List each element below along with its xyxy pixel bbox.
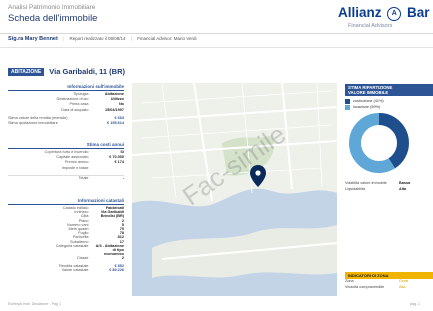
brand-subtitle: Financial Advisors [348, 23, 393, 29]
costs-panel-title: Stima costi annui [8, 142, 124, 149]
header-divider [0, 33, 433, 34]
cadastre-label: Categoria catastale [55, 243, 89, 248]
info-value: 15/04/1997 [104, 107, 124, 112]
info-panel-title: Informazioni sull'immobile [8, 84, 124, 91]
cadastre-value: A/3 - Abitazione di tipo economico [95, 243, 124, 257]
cadastre-panel-title: Informazioni catastali [8, 198, 124, 205]
report-kicker: Analisi Patrimonio Immobiliare [8, 4, 96, 11]
client-name: Sig.ra Mary Bennet [8, 36, 58, 42]
zone-kv-row: Vivacità compravendite Alta [345, 285, 433, 291]
allianz-eagle-icon: A [387, 7, 402, 21]
brand-logo: Allianz A Bar [338, 5, 430, 21]
cadastre-value: € 89.226 [109, 267, 124, 272]
cadastre-class-row: Classe 2 [8, 256, 124, 260]
cadastre-value: 2 [121, 256, 124, 261]
property-address: ABITAZIONE Via Garibaldi, 11 (BR) [8, 67, 125, 76]
info-value: € 195.614 [107, 121, 124, 126]
distribution-kv-row: Liquidabilità Alta [345, 187, 433, 193]
costs-panel: Stima costi annui Copertura furto e ince… [8, 142, 124, 181]
kv-label: Vivacità compravendite [345, 284, 385, 289]
legend-swatch [345, 104, 350, 110]
property-map[interactable] [132, 83, 337, 296]
info-panel: Informazioni sull'immobile Tipologia Abit… [8, 84, 124, 126]
cadastre-label: Classe [76, 256, 89, 261]
cadastre-category-row: Categoria catastale A/3 - Abitazione di t… [8, 244, 124, 257]
kv-label: Liquidabilità [345, 186, 366, 191]
cadastre-income-row: Valore catastale € 89.226 [8, 268, 124, 272]
map-graphic [132, 83, 337, 296]
brand-tail: Bar [407, 5, 430, 20]
separator: | [130, 36, 133, 41]
cost-total-label: Totale [78, 175, 89, 180]
info-row: Stima quotazione immobiliare € 195.614 [8, 121, 124, 126]
kv-value: Alta [399, 284, 406, 289]
cadastre-panel: Informazioni catastali Catasto edilizio F… [8, 198, 124, 272]
page-title: Scheda dell'immobile [8, 13, 98, 24]
info-row: Data di acquisto 15/04/1997 [8, 108, 124, 113]
distribution-donut-chart [349, 113, 409, 173]
footer-disclaimer: Everbydi este. Disclaimer - Pag 1 [8, 302, 62, 306]
cost-total-value: - [122, 175, 124, 180]
cost-label: Imposte e tasse [61, 165, 89, 170]
distribution-title: STIMA RIPARTIZIONE VALORE IMMOBILE [345, 84, 433, 96]
address-text: Via Garibaldi, 11 (BR) [49, 67, 126, 76]
separator: | [63, 36, 65, 41]
kv-value: Alta [399, 186, 407, 191]
report-date: Report realizzato il 08/08/14 [69, 36, 126, 41]
cost-row: Imposte e tasse [8, 166, 124, 171]
distribution-title-line: VALORE IMMOBILE [348, 90, 389, 95]
cadastre-label: Valore catastale [61, 267, 89, 272]
financial-advisor: Financial Advisor: Mario Verdi [137, 36, 197, 41]
report-subbar: Sig.ra Mary Bennet | Report realizzato i… [8, 36, 197, 42]
legend-swatch [345, 98, 350, 104]
cost-value [92, 166, 124, 171]
subbar-divider [0, 47, 433, 48]
zone-indicators-panel: INDICATORI DI ZONA Zona Centr Vivacità co… [345, 272, 433, 290]
page-number: pag. 1 [410, 302, 420, 306]
cost-total-row: Totale - [8, 174, 124, 181]
brand-name: Allianz [338, 5, 382, 20]
property-type-badge: ABITAZIONE [8, 68, 45, 76]
info-label: Stima quotazione immobiliare [8, 121, 58, 126]
info-label: Data di acquisto [61, 107, 89, 112]
distribution-panel: STIMA RIPARTIZIONE VALORE IMMOBILE costr… [345, 84, 433, 192]
zone-indicators-title: INDICATORI DI ZONA [345, 272, 433, 279]
